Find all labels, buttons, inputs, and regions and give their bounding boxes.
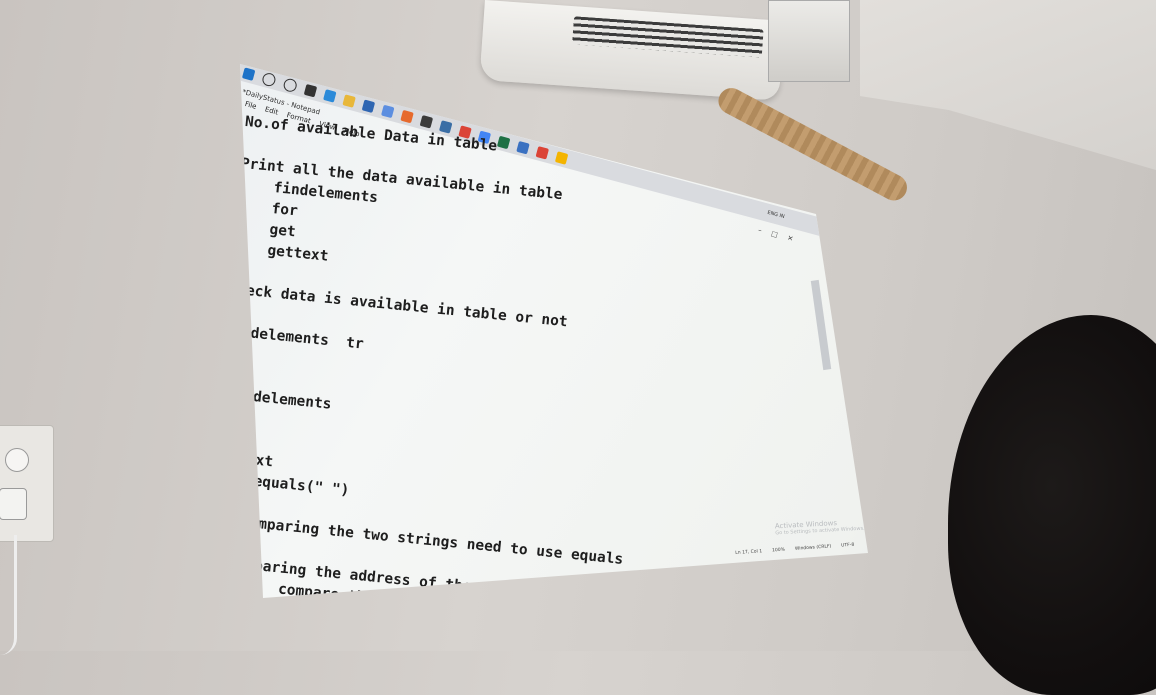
mail-icon[interactable] <box>381 104 395 118</box>
firefox-icon[interactable] <box>400 109 414 123</box>
zoom-level: 100% <box>771 547 786 553</box>
cortana-icon[interactable] <box>282 76 299 93</box>
air-conditioner <box>479 0 785 101</box>
wall-switch-plate <box>0 425 54 542</box>
file-explorer-icon[interactable] <box>342 93 356 108</box>
windows-icon[interactable] <box>242 66 256 81</box>
ceiling <box>860 0 1156 170</box>
encoding: UTF-8 <box>841 542 855 549</box>
store-icon[interactable] <box>361 99 376 113</box>
wall-plug <box>0 488 27 520</box>
edge-icon[interactable] <box>323 88 337 103</box>
calendar-icon[interactable] <box>419 114 434 129</box>
ac-pipe <box>713 83 912 206</box>
cursor-position: Ln 17, Col 1 <box>735 548 763 556</box>
ac-control-box <box>768 0 850 82</box>
ac-vent <box>572 16 764 58</box>
search-icon[interactable] <box>261 71 278 88</box>
power-cable <box>0 535 17 655</box>
dimmer-knob <box>5 448 29 472</box>
notepad-text-area[interactable]: No.of available Data in table Print all t… <box>199 112 868 631</box>
task-view-icon[interactable] <box>303 83 318 97</box>
line-ending: Windows (CRLF) <box>794 543 832 552</box>
audience-head <box>948 315 1156 695</box>
editor-line: .equals compare the condent of the strin… <box>199 573 618 631</box>
